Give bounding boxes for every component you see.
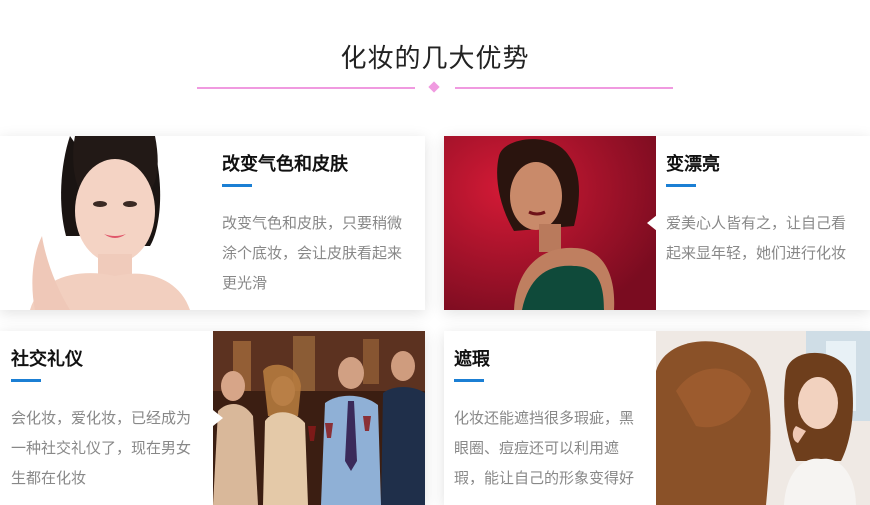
card-description: 会化妆，爱化妆，已经成为一种社交礼仪了，现在男女生都在化妆 xyxy=(11,409,192,487)
benefit-card-beauty[interactable]: 变漂亮 爱美心人皆有之，让自己看起来显年轻，她们进行化妆 xyxy=(444,136,870,310)
benefit-card-social[interactable]: 社交礼仪 会化妆，爱化妆，已经成为一种社交礼仪了，现在男女生都在化妆 xyxy=(0,331,425,505)
card-title: 遮瑕 xyxy=(454,349,490,370)
title-underline xyxy=(666,184,696,187)
woman-red-background-photo xyxy=(444,136,656,310)
card-text: 社交礼仪 会化妆，爱化妆，已经成为一种社交礼仪了，现在男女生都在化妆 xyxy=(11,331,201,505)
divider-line-left xyxy=(197,87,415,89)
divider-line-right xyxy=(455,87,673,89)
card-text: 改变气色和皮肤 改变气色和皮肤，只要稍微涂个底妆，会让皮肤看起来更光滑 xyxy=(222,136,412,310)
title-underline xyxy=(454,379,484,382)
card-text: 遮瑕 化妆还能遮挡很多瑕疵，黑眼圈、痘痘还可以利用遮瑕，能让自己的形象变得好 xyxy=(454,331,644,505)
card-photo xyxy=(0,136,205,310)
card-text: 变漂亮 爱美心人皆有之，让自己看起来显年轻，她们进行化妆 xyxy=(666,136,856,310)
card-title: 社交礼仪 xyxy=(11,349,83,370)
benefit-card-concealer[interactable]: 遮瑕 化妆还能遮挡很多瑕疵，黑眼圈、痘痘还可以利用遮瑕，能让自己的形象变得好 xyxy=(444,331,870,505)
divider-diamond xyxy=(428,81,440,93)
card-description: 改变气色和皮肤，只要稍微涂个底妆，会让皮肤看起来更光滑 xyxy=(222,214,403,292)
people-toasting-photo xyxy=(213,331,425,505)
card-photo xyxy=(213,331,425,505)
benefit-card-complexion[interactable]: 改变气色和皮肤 改变气色和皮肤，只要稍微涂个底妆，会让皮肤看起来更光滑 xyxy=(0,136,425,310)
title-underline xyxy=(222,184,252,187)
card-pointer xyxy=(213,410,223,426)
section-title: 化妆的几大优势 xyxy=(340,44,530,74)
woman-face-photo xyxy=(0,136,205,310)
card-description: 化妆还能遮挡很多瑕疵，黑眼圈、痘痘还可以利用遮瑕，能让自己的形象变得好 xyxy=(454,409,635,487)
card-title: 改变气色和皮肤 xyxy=(222,154,348,175)
card-pointer xyxy=(647,215,657,231)
card-description: 爱美心人皆有之，让自己看起来显年轻，她们进行化妆 xyxy=(666,214,847,262)
title-underline xyxy=(11,379,41,382)
card-photo xyxy=(444,136,656,310)
card-photo xyxy=(656,331,870,505)
card-title: 变漂亮 xyxy=(666,154,720,175)
title-divider xyxy=(197,81,673,93)
woman-mirror-photo xyxy=(656,331,870,505)
